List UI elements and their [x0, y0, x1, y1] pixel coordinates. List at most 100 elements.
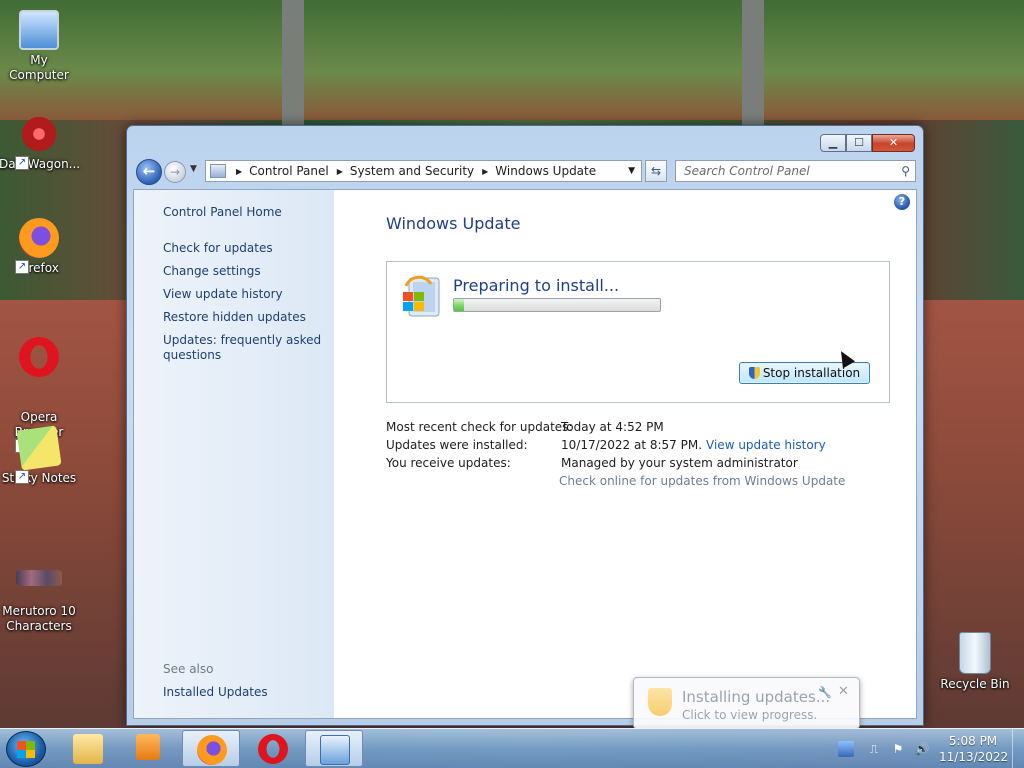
taskbar-item-opera[interactable]: [244, 730, 302, 767]
volume-icon[interactable]: 🔊: [914, 741, 930, 757]
info-value-receive: Managed by your system administrator: [561, 456, 798, 470]
notification-title: Installing updates...: [682, 688, 831, 706]
action-center-icon[interactable]: ⚑: [890, 741, 906, 757]
window-controls: ▁ ☐ ✕: [820, 134, 915, 152]
desktop-icon-merutoro[interactable]: Merutoro 10 Characters: [0, 555, 79, 649]
control-panel-icon: [320, 735, 350, 765]
explorer-icon: [73, 734, 103, 764]
start-button[interactable]: [6, 731, 46, 767]
wallpaper-post: [282, 0, 304, 130]
minimize-button[interactable]: ▁: [820, 134, 846, 152]
taskbar: ⎍ ⚑ 🔊 5:08 PM 11/13/2022: [0, 728, 1024, 768]
firefox-icon: [19, 218, 59, 258]
computer-icon: [19, 10, 59, 50]
installed-date: 10/17/2022 at 8:57 PM.: [561, 438, 703, 452]
wrench-icon[interactable]: 🔧: [818, 686, 832, 699]
opera-icon: [258, 734, 288, 764]
content-area: Control Panel Home Check for updates Cha…: [133, 189, 917, 719]
breadcrumb-system-and-security[interactable]: System and Security: [350, 164, 474, 178]
chevron-down-icon[interactable]: ▼: [628, 166, 635, 176]
address-bar[interactable]: ▶ Control Panel ▶ System and Security ▶ …: [205, 160, 642, 182]
chevron-right-icon: ▶: [236, 166, 243, 176]
breadcrumb: ▶ Control Panel ▶ System and Security ▶ …: [232, 164, 596, 178]
windows-logo-icon-lower: [17, 750, 35, 758]
desktop-icon-label: Sticky Notes: [1, 471, 77, 485]
sticky-notes-icon: [16, 425, 62, 471]
installed-updates-link[interactable]: Installed Updates: [163, 685, 268, 700]
see-also-label: See also: [163, 662, 214, 676]
opera-icon: [19, 337, 59, 377]
shortcut-arrow-icon: ↗: [15, 470, 29, 484]
chevron-right-icon: ▶: [336, 166, 343, 176]
notification-balloon[interactable]: Installing updates... Click to view prog…: [633, 677, 860, 729]
check-for-updates-link[interactable]: Check for updates: [163, 241, 273, 256]
update-status-panel: Preparing to install... Stop installatio…: [386, 261, 890, 403]
notification-subtitle: Click to view progress.: [682, 708, 818, 722]
clock-time: 5:08 PM: [948, 734, 998, 748]
stop-installation-button[interactable]: Stop installation: [739, 362, 870, 384]
search-input[interactable]: Search Control Panel ⚲: [675, 160, 916, 182]
info-label-receive: You receive updates:: [386, 456, 511, 470]
datawagon-icon: [19, 114, 59, 154]
maximize-button[interactable]: ☐: [846, 134, 872, 152]
close-icon[interactable]: ✕: [838, 684, 849, 699]
refresh-button[interactable]: ⇆: [645, 160, 667, 182]
search-placeholder: Search Control Panel: [684, 164, 810, 178]
wallpaper-post: [742, 0, 764, 130]
search-icon[interactable]: ⚲: [901, 161, 910, 181]
info-label-recent-check: Most recent check for updates:: [386, 420, 573, 434]
navigation-bar: ← → ▼ ▶ Control Panel ▶ System and Secur…: [135, 159, 916, 185]
close-button[interactable]: ✕: [872, 134, 915, 152]
page-title: Windows Update: [386, 214, 521, 233]
chevron-right-icon: ▶: [482, 166, 489, 176]
media-player-icon: [136, 734, 160, 760]
desktop-icon-my-computer[interactable]: My Computer: [0, 10, 79, 83]
change-settings-link[interactable]: Change settings: [163, 264, 261, 279]
recent-pages-dropdown[interactable]: ▼: [190, 164, 197, 174]
desktop-icon-label: Firefox: [19, 261, 59, 275]
windows-update-icon: [403, 275, 440, 317]
updates-faq-link[interactable]: Updates: frequently asked questions: [163, 333, 321, 363]
merutoro-icon: [16, 570, 62, 586]
system-clock[interactable]: 5:08 PM 11/13/2022: [939, 733, 1008, 765]
left-navigation-pane: Control Panel Home Check for updates Cha…: [134, 190, 334, 718]
shortcut-arrow-icon: ↗: [15, 156, 29, 170]
windows-update-tray-icon[interactable]: [838, 741, 854, 757]
taskbar-item-explorer[interactable]: [59, 730, 117, 767]
taskbar-item-media-player[interactable]: [119, 730, 177, 767]
desktop-icon-label: DataWagon...: [0, 157, 81, 171]
info-value-installed: 10/17/2022 at 8:57 PM. View update histor…: [561, 438, 826, 452]
view-update-history-link-main[interactable]: View update history: [706, 438, 826, 452]
taskbar-item-firefox[interactable]: [182, 730, 240, 767]
shield-icon: [648, 688, 672, 716]
breadcrumb-windows-update[interactable]: Windows Update: [495, 164, 596, 178]
progress-fill: [454, 299, 465, 311]
desktop-icon-recycle-bin[interactable]: Recycle Bin: [935, 632, 1015, 692]
desktop-icon-label: Merutoro 10 Characters: [2, 604, 76, 633]
breadcrumb-control-panel[interactable]: Control Panel: [249, 164, 329, 178]
recycle-bin-icon: [959, 632, 991, 674]
taskbar-item-control-panel[interactable]: [305, 730, 363, 767]
info-value-recent-check: Today at 4:52 PM: [561, 420, 664, 434]
help-icon[interactable]: ?: [894, 194, 910, 210]
control-panel-icon: [210, 164, 226, 178]
windows-update-window: ▁ ☐ ✕ ← → ▼ ▶ Control Panel ▶ System and…: [126, 125, 924, 726]
desktop-wallpaper-top: [0, 0, 1024, 120]
back-button[interactable]: ←: [136, 159, 162, 185]
desktop-icon-firefox[interactable]: ↗ Firefox: [0, 218, 79, 276]
control-panel-home-link[interactable]: Control Panel Home: [163, 205, 282, 220]
show-desktop-button[interactable]: [1012, 729, 1024, 768]
forward-button[interactable]: →: [164, 161, 186, 183]
desktop-icon-label: Recycle Bin: [940, 677, 1010, 691]
desktop-icon-label: My Computer: [9, 53, 69, 82]
network-icon[interactable]: ⎍: [866, 741, 882, 757]
view-update-history-link[interactable]: View update history: [163, 287, 283, 302]
restore-hidden-updates-link[interactable]: Restore hidden updates: [163, 310, 306, 325]
uac-shield-icon: [748, 367, 760, 379]
stop-installation-label: Stop installation: [762, 366, 861, 380]
desktop-icon-datawagon[interactable]: ↗ DataWagon...: [0, 114, 81, 172]
desktop-icon-sticky-notes[interactable]: ↗ Sticky Notes: [0, 425, 79, 486]
install-progress-bar: [453, 298, 661, 312]
check-online-link[interactable]: Check online for updates from Windows Up…: [559, 474, 845, 488]
firefox-icon: [197, 735, 227, 765]
